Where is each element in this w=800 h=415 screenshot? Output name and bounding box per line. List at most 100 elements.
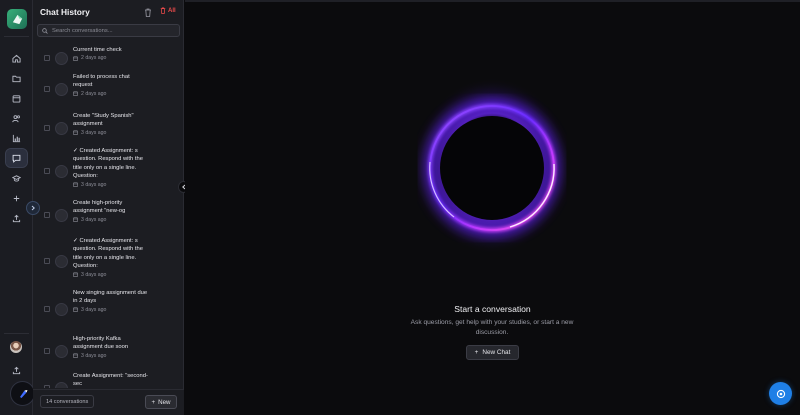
calendar-icon [73,272,78,277]
select-checkbox[interactable] [44,86,50,92]
upload-icon [12,366,21,374]
pin-icon [19,389,27,398]
nav-files[interactable] [6,69,27,87]
top-divider [185,0,800,2]
conversation-list: Current time check 2 days ago Failed to pr… [33,42,184,388]
conversation-title: Failed to process chat request [73,74,130,89]
conversation-count: 14 conversations [40,395,95,408]
assistant-fab-button[interactable] [769,382,792,405]
app-logo[interactable] [7,9,27,29]
conversation-date: 3 days ago [73,272,148,278]
chat-bubble-icon [776,389,785,398]
conversation-title: High-priority Kafka assignment due soon [73,336,129,351]
conversation-date: 3 days ago [73,353,148,359]
conversation-text: Create Assignment: "second-sec3 days ago [73,372,148,388]
calendar-icon [73,182,78,187]
select-checkbox[interactable] [44,55,50,61]
users-icon [12,114,20,122]
graduation-cap-icon [12,174,21,182]
conversation-text: Create "Study Spanish" assignment 3 days … [73,112,148,136]
conversation-date: 2 days ago [73,91,148,97]
conversation-date-label: 2 days ago [81,55,107,62]
nav-calendar[interactable] [6,89,27,107]
nav-courses[interactable] [6,169,27,187]
calendar-icon [73,217,78,223]
search-input[interactable] [52,27,172,34]
select-checkbox[interactable] [44,385,50,388]
conversation-item[interactable]: Create high-priority assignment "new-og 3… [33,199,184,231]
user-avatar[interactable] [10,341,22,353]
conversation-icon [55,345,68,358]
select-checkbox[interactable] [44,168,50,174]
search-icon [42,27,48,34]
conversation-item[interactable]: High-priority Kafka assignment due soon 3… [33,335,184,367]
empty-state-title: Start a conversation [454,304,531,314]
calendar-icon [73,307,78,313]
nav-add[interactable] [6,189,27,207]
conversation-title: ✓ Created Assignment: s question. Respon… [73,148,143,180]
export-button[interactable] [6,361,27,379]
new-chat-label: New Chat [482,349,511,356]
plus-icon [13,195,20,201]
conversation-item[interactable]: Create "Study Spanish" assignment 3 days … [33,112,184,144]
delete-all-label: All [168,7,176,14]
conversation-date-label: 2 days ago [81,90,107,97]
conversation-icon [55,52,68,65]
conversation-date: 3 days ago [73,130,148,136]
expand-sidebar-button[interactable] [26,201,40,215]
calendar-icon [73,130,78,136]
conversation-icon [55,255,68,268]
conversation-date-label: 3 days ago [81,306,107,313]
conversation-item[interactable]: ✓ Created Assignment: s question. Respon… [33,147,184,195]
new-chat-button[interactable]: + New Chat [466,345,519,360]
conversation-title: New singing assignment due in 2 days [73,290,148,305]
quick-action-button[interactable] [10,381,35,406]
search-box[interactable] [37,24,180,37]
conversation-item[interactable]: Create Assignment: "second-sec3 days ago [33,372,184,388]
conversation-title: Create Assignment: "second-sec [73,373,148,388]
chart-icon [12,134,21,142]
nav-upload[interactable] [6,209,27,227]
panel-title: Chat History [40,7,90,17]
glowing-ring-graphic [414,78,570,254]
conversation-title: Create high-priority assignment "new-og [73,200,126,215]
conversation-date-label: 3 days ago [81,129,107,136]
conversation-title: Create "Study Spanish" assignment [73,113,134,128]
conversation-item[interactable]: New singing assignment due in 2 days 3 da… [33,289,184,329]
chat-history-panel: Chat History All Current time check 2 day… [33,0,184,415]
home-icon [12,54,21,63]
select-checkbox[interactable] [44,125,50,131]
plus-icon: + [474,349,479,356]
conversation-icon [55,122,68,135]
conversation-icon [55,382,68,388]
select-checkbox[interactable] [44,212,50,218]
conversation-text: Failed to process chat request 2 days ago [73,73,148,97]
nav-analytics[interactable] [6,129,27,147]
nav-home[interactable] [6,49,27,67]
delete-all-button[interactable]: All [160,7,176,14]
conversation-item[interactable]: ✓ Created Assignment: s question. Respon… [33,237,184,285]
rail-divider [4,36,29,37]
conversation-icon [55,209,68,222]
select-checkbox[interactable] [44,348,50,354]
nav-chat[interactable] [5,148,28,168]
select-checkbox[interactable] [44,258,50,264]
trash-icon[interactable] [144,8,152,17]
select-checkbox[interactable] [44,306,50,312]
logo-icon [12,14,22,24]
conversation-date-label: 3 days ago [81,271,107,278]
conversation-text: ✓ Created Assignment: s question. Respon… [73,237,148,278]
folder-icon [12,75,21,82]
main-area: Start a conversation Ask questions, get … [185,0,800,415]
new-conversation-button[interactable]: + New [145,395,177,409]
nav-people[interactable] [6,109,27,127]
conversation-date: 2 days ago [73,55,148,61]
plus-icon: + [151,398,156,406]
new-button-label: New [158,398,171,406]
conversation-item[interactable]: Failed to process chat request 2 days ago [33,73,184,105]
conversation-icon [55,303,68,316]
calendar-icon [73,353,78,359]
upload-icon [12,214,21,222]
conversation-item[interactable]: Current time check 2 days ago [33,46,184,70]
conversation-icon [55,83,68,96]
